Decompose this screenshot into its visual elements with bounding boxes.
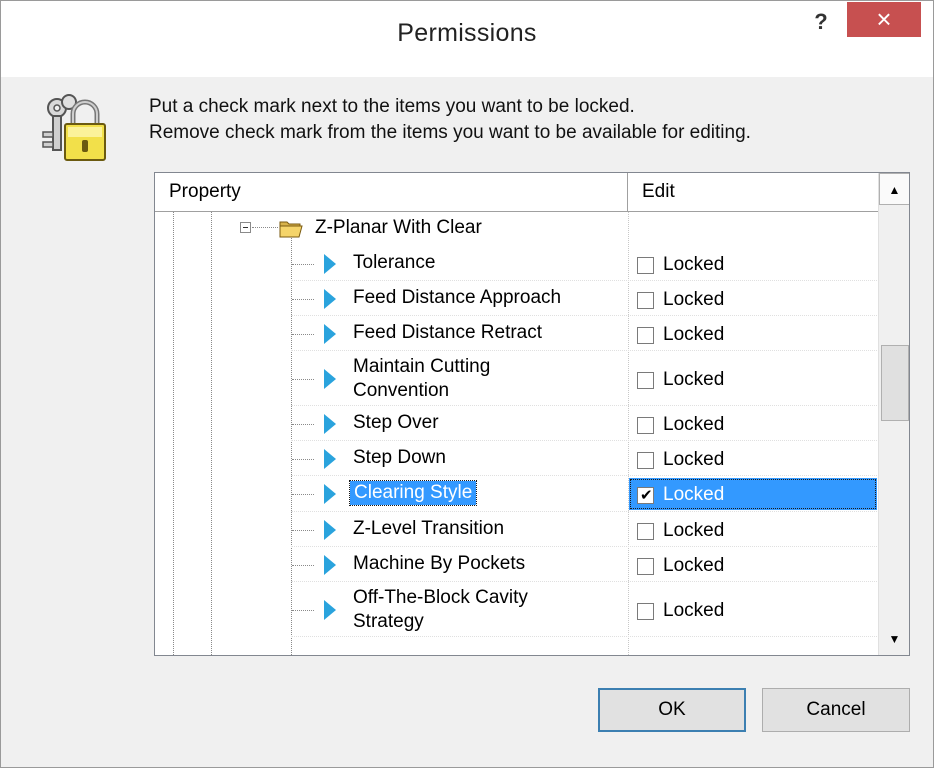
cancel-button[interactable]: Cancel (762, 688, 910, 732)
tree-connector (292, 530, 314, 531)
property-label-line: Convention (353, 380, 450, 401)
triangle-right-icon (324, 600, 336, 620)
locked-label: Locked (663, 414, 725, 435)
permissions-dialog: Permissions ? × Put a check mark next to… (0, 0, 934, 768)
tree-group-row[interactable]: Z-Planar With Clear (155, 212, 877, 246)
property-label-line: Maintain Cutting (353, 356, 491, 377)
tree-connector (292, 264, 314, 265)
locked-checkbox[interactable] (637, 292, 654, 309)
property-row[interactable]: Maintain Cutting Convention Locked (155, 351, 877, 406)
property-row[interactable]: Feed Distance Retract Locked (155, 316, 877, 351)
property-label: Feed Distance Approach (353, 287, 562, 308)
property-label: Step Over (353, 412, 439, 433)
checkmark-icon: ✔ (640, 486, 653, 504)
triangle-right-icon (324, 324, 336, 344)
column-header-property[interactable]: Property (155, 173, 628, 212)
triangle-right-icon (324, 414, 336, 434)
triangle-right-icon (324, 254, 336, 274)
triangle-right-icon (324, 289, 336, 309)
property-label: Clearing Style (348, 480, 478, 506)
locked-label: Locked (663, 449, 725, 470)
property-label-line: Off-The-Block Cavity (353, 587, 528, 608)
property-row[interactable]: Feed Distance Approach Locked (155, 281, 877, 316)
tree-connector (292, 610, 314, 611)
locked-label: Locked (663, 369, 725, 390)
group-label: Z-Planar With Clear (315, 217, 482, 238)
property-row[interactable]: Clearing Style ✔ Locked (155, 476, 877, 512)
property-label: Off-The-Block Cavity Strategy (353, 586, 528, 634)
scroll-down-icon[interactable]: ▼ (879, 623, 909, 655)
locked-checkbox[interactable] (637, 327, 654, 344)
triangle-right-icon (324, 369, 336, 389)
triangle-right-icon (324, 449, 336, 469)
tree-connector (292, 494, 314, 495)
vertical-scrollbar[interactable]: ▲ ▼ (878, 173, 909, 655)
column-header-edit[interactable]: Edit (628, 173, 878, 212)
locked-checkbox[interactable] (637, 452, 654, 469)
locked-checkbox[interactable] (637, 257, 654, 274)
locked-label: Locked (663, 289, 725, 310)
tree-connector (292, 565, 314, 566)
tree-connector (292, 424, 314, 425)
instruction-line-2: Remove check mark from the items you wan… (149, 122, 751, 143)
open-folder-icon (279, 221, 303, 238)
triangle-right-icon (324, 555, 336, 575)
locked-label: Locked (663, 600, 725, 621)
locked-label: Locked (663, 484, 725, 505)
dialog-title: Permissions (397, 19, 537, 47)
property-label-line: Strategy (353, 611, 424, 632)
title-bar: Permissions ? × (1, 1, 933, 77)
triangle-right-icon (324, 520, 336, 540)
tree-connector (292, 299, 314, 300)
property-row[interactable]: Machine By Pockets Locked (155, 547, 877, 582)
instruction-line-1: Put a check mark next to the items you w… (149, 96, 635, 117)
locked-label: Locked (663, 555, 725, 576)
property-label: Feed Distance Retract (353, 322, 543, 343)
tree-connector (292, 459, 314, 460)
lock-with-keys-icon (42, 94, 106, 161)
property-label: Z-Level Transition (353, 518, 505, 539)
locked-label: Locked (663, 520, 725, 541)
row-separator (291, 636, 877, 637)
help-button[interactable]: ? (809, 7, 833, 37)
tree-connector (252, 227, 278, 228)
tree-connector (292, 379, 314, 380)
scrollbar-thumb[interactable] (881, 345, 909, 421)
locked-checkbox[interactable] (637, 523, 654, 540)
permissions-grid[interactable]: Property Edit Z-Planar With Clear Tolera… (154, 172, 910, 656)
property-row[interactable]: Off-The-Block Cavity Strategy Locked (155, 582, 877, 637)
locked-label: Locked (663, 324, 725, 345)
property-label: Tolerance (353, 252, 436, 273)
property-row[interactable]: Tolerance Locked (155, 246, 877, 281)
property-row[interactable]: Step Over Locked (155, 406, 877, 441)
collapse-toggle-icon[interactable] (240, 222, 251, 233)
locked-checkbox[interactable] (637, 372, 654, 389)
tree-connector (292, 334, 314, 335)
locked-checkbox[interactable] (637, 417, 654, 434)
property-label: Step Down (353, 447, 446, 468)
ok-button[interactable]: OK (598, 688, 746, 732)
property-row[interactable]: Step Down Locked (155, 441, 877, 476)
close-button[interactable]: × (847, 2, 921, 37)
locked-checkbox[interactable] (637, 603, 654, 620)
triangle-right-icon (324, 484, 336, 504)
locked-checkbox[interactable] (637, 558, 654, 575)
locked-label: Locked (663, 254, 725, 275)
property-row[interactable]: Z-Level Transition Locked (155, 512, 877, 547)
property-label: Machine By Pockets (353, 553, 526, 574)
property-label: Maintain Cutting Convention (353, 355, 490, 403)
locked-checkbox[interactable]: ✔ (637, 487, 654, 504)
scroll-up-icon[interactable]: ▲ (879, 173, 909, 205)
